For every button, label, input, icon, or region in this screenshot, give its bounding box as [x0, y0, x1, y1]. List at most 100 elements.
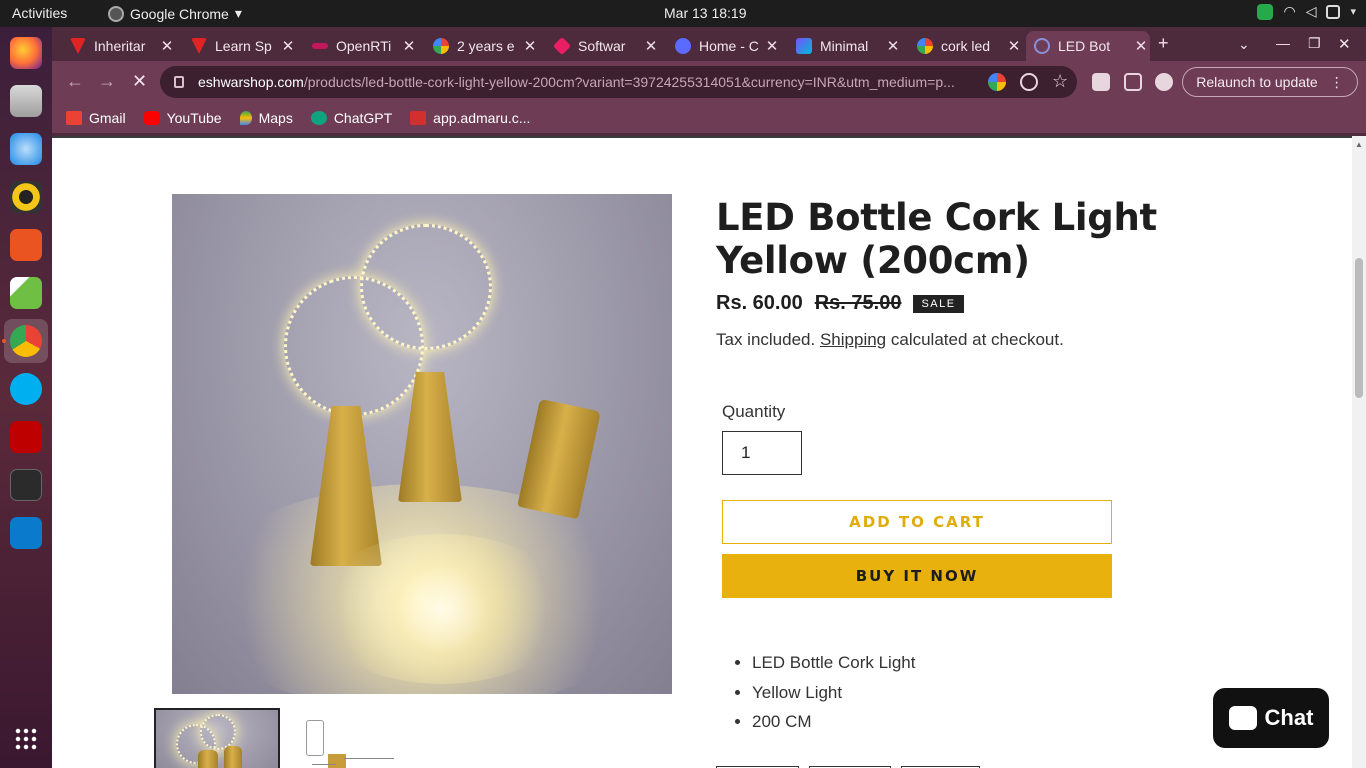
clock[interactable]: Mar 13 18:19 — [664, 5, 747, 21]
activities-button[interactable]: Activities — [12, 5, 67, 21]
close-icon[interactable]: ✕ — [400, 37, 418, 55]
chevron-down-icon[interactable]: ▾ — [1350, 5, 1356, 18]
close-icon[interactable]: ✕ — [521, 37, 539, 55]
chrome-icon[interactable] — [4, 319, 48, 363]
tab-led-bottle-active[interactable]: LED Bot ✕ — [1026, 31, 1150, 61]
browser-window: Inheritar ✕ Learn Sp ✕ OpenRTi ✕ 2 years e ✕… — [52, 27, 1366, 136]
chat-widget-button[interactable]: Chat — [1213, 688, 1329, 748]
files-icon[interactable] — [10, 85, 42, 117]
close-icon[interactable]: ✕ — [642, 37, 660, 55]
more-menu-icon[interactable]: ⋮ — [1330, 74, 1344, 91]
stop-loading-icon[interactable]: ✕ — [132, 71, 147, 92]
tab-openrti[interactable]: OpenRTi ✕ — [304, 31, 418, 61]
forward-icon[interactable]: → — [98, 71, 116, 92]
tab-learn[interactable]: Learn Sp ✕ — [183, 31, 297, 61]
shield-icon[interactable] — [1257, 3, 1274, 20]
scroll-up-icon[interactable]: ▲ — [1355, 140, 1363, 149]
tab-title: Inheritar — [94, 38, 146, 54]
product-main-image[interactable] — [172, 194, 672, 694]
address-bar[interactable]: eshwarshop.com/products/led-bottle-cork-… — [160, 66, 1077, 98]
restore-icon[interactable]: ❐ — [1308, 35, 1321, 52]
filezilla-icon[interactable] — [10, 421, 42, 453]
quantity-input[interactable] — [722, 431, 802, 475]
tab-minimal[interactable]: Minimal ✕ — [788, 31, 902, 61]
thunderbird-icon[interactable] — [10, 133, 42, 165]
vscode-icon[interactable] — [10, 517, 42, 549]
tab-cork-led[interactable]: cork led ✕ — [909, 31, 1023, 61]
bookmark-gmail[interactable]: Gmail — [66, 110, 126, 126]
firefox-icon[interactable] — [10, 37, 42, 69]
share-icon[interactable] — [1020, 73, 1038, 91]
tab-home[interactable]: Home - C ✕ — [667, 31, 781, 61]
cork-image — [398, 372, 462, 502]
tab-title: Learn Sp — [215, 38, 272, 54]
maps-icon — [239, 111, 252, 125]
show-apps-icon[interactable] — [14, 727, 38, 751]
close-icon[interactable]: ✕ — [763, 37, 781, 55]
list-item: LED Bottle Cork Light — [752, 648, 915, 678]
lock-icon[interactable] — [174, 76, 184, 88]
tab-title: OpenRTi — [336, 38, 392, 54]
app-name: Google Chrome — [130, 5, 229, 22]
close-window-icon[interactable]: ✕ — [1338, 35, 1351, 53]
tab-strip: Inheritar ✕ Learn Sp ✕ OpenRTi ✕ 2 years e ✕… — [52, 27, 1366, 61]
terminal-icon[interactable] — [10, 469, 42, 501]
scrollbar-thumb[interactable] — [1355, 258, 1363, 398]
side-panel-icon[interactable] — [1124, 73, 1142, 91]
tab-google-search[interactable]: 2 years e ✕ — [425, 31, 539, 61]
close-icon[interactable]: ✕ — [884, 37, 902, 55]
bookmark-youtube[interactable]: YouTube — [143, 110, 222, 126]
bookmark-star-icon[interactable]: ☆ — [1052, 72, 1070, 91]
tax-note: Tax included. Shipping calculated at che… — [716, 330, 1064, 350]
battery-icon[interactable] — [1326, 4, 1341, 19]
relaunch-button[interactable]: Relaunch to update ⋮ — [1182, 67, 1358, 97]
close-icon[interactable]: ✕ — [279, 37, 297, 55]
bookmarks-bar: Gmail YouTube Maps ChatGPT app.admaru.c.… — [52, 103, 1366, 133]
app-center-icon[interactable] — [10, 229, 42, 261]
rhythmbox-icon[interactable] — [10, 181, 42, 213]
diagram-line — [344, 758, 394, 759]
skype-icon[interactable] — [10, 373, 42, 405]
bookmark-admaru[interactable]: app.admaru.c... — [410, 110, 530, 126]
url-text[interactable]: eshwarshop.com/products/led-bottle-cork-… — [198, 74, 981, 90]
tab-inheritance[interactable]: Inheritar ✕ — [62, 31, 176, 61]
bookmark-chatgpt[interactable]: ChatGPT — [310, 110, 392, 126]
volume-icon[interactable]: ◁ — [1306, 3, 1317, 20]
cork-image — [224, 746, 242, 768]
wifi-icon[interactable]: ◠ — [1283, 3, 1295, 20]
app-menu[interactable]: Google Chrome ▾ — [108, 5, 242, 22]
close-icon[interactable]: ✕ — [158, 37, 176, 55]
light-glow — [312, 534, 572, 684]
extensions-icon[interactable] — [1092, 73, 1110, 91]
system-tray[interactable]: ◠ ◁ ▾ — [1257, 3, 1356, 20]
cork-image — [517, 398, 601, 520]
tab-favicon-icon — [552, 36, 572, 56]
relaunch-label: Relaunch to update — [1196, 74, 1318, 90]
new-tab-icon[interactable]: + — [1158, 33, 1169, 54]
page-scrollbar[interactable]: ▲ — [1352, 136, 1366, 768]
bookmark-label: YouTube — [166, 110, 222, 126]
bookmark-label: Gmail — [89, 110, 126, 126]
profile-avatar-icon[interactable] — [1155, 73, 1173, 91]
google-lens-icon[interactable] — [988, 73, 1006, 91]
browser-toolbar: ← → ✕ eshwarshop.com/products/led-bottle… — [52, 61, 1366, 103]
running-indicator — [2, 339, 6, 343]
chevron-down-icon: ▾ — [234, 5, 242, 21]
image-viewer-icon[interactable] — [10, 277, 42, 309]
shipping-link[interactable]: Shipping — [820, 330, 886, 349]
close-icon[interactable]: ✕ — [1005, 37, 1023, 55]
buy-now-button[interactable]: BUY IT NOW — [722, 554, 1112, 598]
add-to-cart-button[interactable]: ADD TO CART — [722, 500, 1112, 544]
close-icon[interactable]: ✕ — [1132, 37, 1150, 55]
bookmark-maps[interactable]: Maps — [239, 110, 293, 126]
tab-software[interactable]: Softwar ✕ — [546, 31, 660, 61]
chatgpt-icon — [310, 111, 327, 125]
minimize-icon[interactable]: — — [1276, 35, 1290, 51]
dock — [0, 27, 52, 768]
product-thumbnail-selected[interactable] — [154, 708, 280, 768]
product-thumbnail-diagram[interactable] — [300, 720, 410, 768]
list-item: Yellow Light — [752, 678, 915, 708]
back-icon[interactable]: ← — [66, 71, 84, 92]
tab-search-icon[interactable]: ⌄ — [1238, 36, 1250, 53]
light-ring-image — [200, 714, 236, 750]
